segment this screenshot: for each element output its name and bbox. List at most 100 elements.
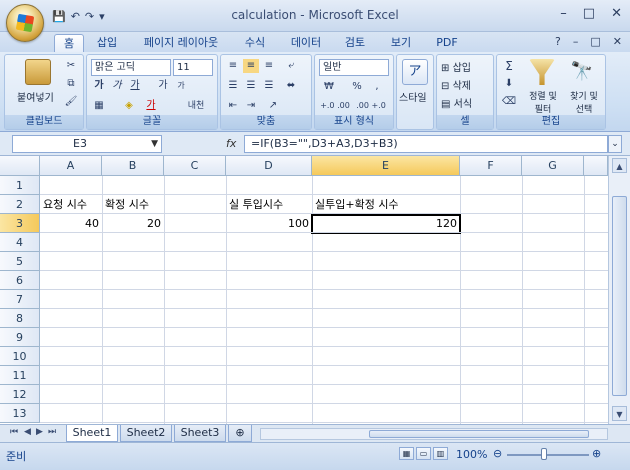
tab-home[interactable]: 홈	[54, 34, 84, 52]
tab-insert[interactable]: 삽입	[92, 34, 122, 52]
cell-b3[interactable]: 20	[102, 214, 164, 233]
zoom-slider-track[interactable]	[507, 454, 589, 456]
fill-color-icon[interactable]: ◈	[121, 99, 137, 113]
decrease-decimal-button[interactable]: .00 +.0	[355, 99, 387, 113]
zoom-out-button[interactable]: ⊖	[493, 447, 502, 460]
align-left-icon[interactable]: ☰	[225, 79, 241, 93]
column-header-c[interactable]: C	[164, 156, 226, 176]
increase-decimal-button[interactable]: +.0 .00	[319, 99, 351, 113]
page-layout-view-icon[interactable]: ▭	[416, 447, 431, 460]
row-header-6[interactable]: 6	[0, 271, 40, 290]
first-sheet-icon[interactable]: ⏮	[10, 427, 18, 437]
paste-button[interactable]: 붙여넣기	[17, 89, 54, 104]
cell-a3[interactable]: 40	[40, 214, 102, 233]
row-header-10[interactable]: 10	[0, 347, 40, 366]
delete-cells-button[interactable]: ⊟ 삭제	[441, 77, 471, 92]
row-header-2[interactable]: 2	[0, 195, 40, 214]
scroll-down-icon[interactable]: ▼	[612, 406, 627, 421]
row-header-11[interactable]: 11	[0, 366, 40, 385]
align-middle-icon[interactable]: ≡	[243, 59, 259, 73]
decrease-indent-icon[interactable]: ⇤	[225, 99, 241, 113]
page-break-view-icon[interactable]: ▥	[433, 447, 448, 460]
tab-formulas[interactable]: 수식	[240, 34, 270, 52]
increase-indent-icon[interactable]: ⇥	[243, 99, 259, 113]
maximize-button[interactable]: □	[583, 6, 595, 21]
borders-icon[interactable]: ▦	[91, 99, 107, 113]
close-button[interactable]: ✕	[611, 6, 622, 21]
italic-button[interactable]: 가	[109, 79, 125, 93]
sort-filter-button[interactable]: 정렬 및 필터	[525, 89, 561, 115]
tab-review[interactable]: 검토	[340, 34, 370, 52]
row-header-1[interactable]: 1	[0, 176, 40, 195]
tab-data[interactable]: 데이터	[286, 34, 326, 52]
zoom-in-button[interactable]: ⊕	[592, 447, 601, 460]
bold-button[interactable]: 가	[91, 79, 107, 93]
format-cells-button[interactable]: ▤ 서식	[441, 95, 472, 110]
styles-icon[interactable]: ア	[402, 59, 428, 85]
cut-icon[interactable]: ✂	[63, 59, 79, 73]
shrink-font-button[interactable]: 가	[173, 79, 189, 93]
phonetic-button[interactable]: 내천	[183, 99, 209, 113]
insert-function-button[interactable]: fx	[226, 137, 236, 150]
name-box[interactable]: E3 ▼	[12, 135, 162, 153]
minimize-button[interactable]: –	[560, 6, 567, 21]
office-button[interactable]	[6, 4, 44, 42]
column-header-b[interactable]: B	[102, 156, 164, 176]
select-all-corner[interactable]	[0, 156, 40, 176]
align-top-icon[interactable]: ≡	[225, 59, 241, 73]
clear-icon[interactable]: ⌫	[501, 95, 517, 109]
vertical-scroll-thumb[interactable]	[612, 196, 627, 396]
format-painter-icon[interactable]: 🖌	[63, 95, 79, 109]
normal-view-icon[interactable]: ▦	[399, 447, 414, 460]
orientation-icon[interactable]: ↗	[265, 99, 281, 113]
number-format-select[interactable]: 일반	[319, 59, 389, 76]
column-header-f[interactable]: F	[460, 156, 522, 176]
vertical-scrollbar[interactable]: ▲ ▼	[608, 156, 630, 424]
zoom-level[interactable]: 100%	[456, 448, 487, 461]
font-color-button[interactable]: 가	[143, 99, 159, 113]
styles-button[interactable]: 스타일	[399, 89, 427, 104]
help-icon[interactable]: ?	[555, 35, 561, 48]
font-name-select[interactable]: 맑은 고딕	[91, 59, 171, 76]
align-center-icon[interactable]: ☰	[243, 79, 259, 93]
merge-center-icon[interactable]: ⬌	[283, 79, 299, 93]
horizontal-scrollbar[interactable]	[260, 428, 608, 440]
comma-button[interactable]: ,	[369, 80, 385, 94]
prev-sheet-icon[interactable]: ◀	[24, 427, 31, 437]
row-header-7[interactable]: 7	[0, 290, 40, 309]
formula-input[interactable]: =IF(B3="",D3+A3,D3+B3)	[244, 135, 608, 153]
find-select-icon[interactable]: 🔭	[569, 59, 595, 85]
tab-page-layout[interactable]: 페이지 레이아웃	[140, 34, 222, 52]
currency-button[interactable]: ₩	[321, 80, 337, 94]
column-header-d[interactable]: D	[226, 156, 312, 176]
grow-font-button[interactable]: 가	[155, 79, 171, 93]
workbook-restore-button[interactable]: □	[590, 35, 600, 48]
cell-d3[interactable]: 100	[226, 214, 312, 233]
font-size-select[interactable]: 11	[173, 59, 213, 76]
sheet-tab-sheet1[interactable]: Sheet1	[66, 425, 118, 442]
tab-pdf[interactable]: PDF	[432, 34, 462, 52]
cell-e2[interactable]: 실투입+확정 시수	[312, 195, 460, 214]
column-header-e[interactable]: E	[312, 156, 460, 176]
find-select-button[interactable]: 찾기 및 선택	[565, 89, 603, 115]
expand-formula-bar-icon[interactable]: ⌄	[608, 135, 622, 153]
autosum-button[interactable]: Σ	[501, 59, 517, 73]
horizontal-scroll-thumb[interactable]	[369, 430, 589, 438]
sort-filter-icon[interactable]	[529, 59, 555, 85]
cell-d2[interactable]: 실 투입시수	[226, 195, 312, 214]
fill-icon[interactable]: ⬇	[501, 77, 517, 91]
zoom-slider-thumb[interactable]	[541, 448, 547, 460]
row-header-5[interactable]: 5	[0, 252, 40, 271]
cell-a2[interactable]: 요청 시수	[40, 195, 102, 214]
workbook-close-button[interactable]: ✕	[613, 35, 622, 48]
sheet-tab-sheet2[interactable]: Sheet2	[120, 425, 172, 442]
align-bottom-icon[interactable]: ≡	[261, 59, 277, 73]
insert-cells-button[interactable]: ⊞ 삽입	[441, 59, 471, 74]
cell-b2[interactable]: 확정 시수	[102, 195, 164, 214]
last-sheet-icon[interactable]: ⏭	[48, 427, 56, 437]
insert-sheet-icon[interactable]: ⊕	[228, 425, 252, 442]
percent-button[interactable]: %	[349, 80, 365, 94]
copy-icon[interactable]: ⧉	[63, 77, 79, 91]
column-header-a[interactable]: A	[40, 156, 102, 176]
row-header-13[interactable]: 13	[0, 404, 40, 423]
